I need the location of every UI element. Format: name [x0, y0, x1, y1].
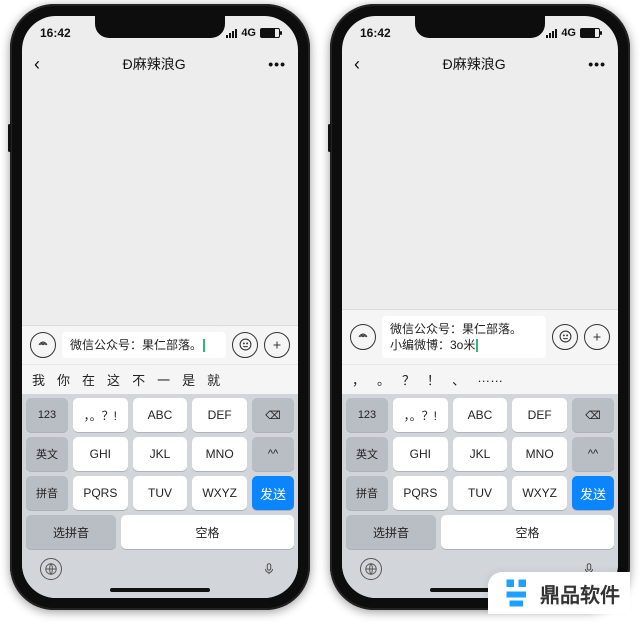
globe-icon[interactable]	[40, 558, 62, 580]
message-input[interactable]: 微信公众号：果仁部落。 小编微博：3o米	[382, 316, 546, 358]
globe-icon[interactable]	[360, 558, 382, 580]
candidate-bar[interactable]: ， 。 ？ ！ 、 ……	[342, 364, 618, 394]
key-123[interactable]: 123	[346, 398, 388, 432]
key-space[interactable]: 空格	[121, 515, 294, 549]
brand-logo-icon	[502, 578, 532, 608]
status-net: 4G	[241, 27, 256, 39]
candidate[interactable]: 一	[157, 370, 170, 389]
key-abc[interactable]: ABC	[133, 398, 188, 432]
input-text-line2: 小编微博：3o米	[390, 338, 475, 352]
backspace-icon[interactable]: ⌫	[252, 398, 294, 432]
voice-icon[interactable]	[350, 324, 376, 350]
compose-bar: 微信公众号：果仁部落。 小编微博：3o米	[342, 309, 618, 364]
status-time: 16:42	[40, 26, 71, 40]
candidate[interactable]: 不	[132, 370, 145, 389]
candidate[interactable]: 你	[57, 370, 70, 389]
chat-title: Ð麻辣浪G	[443, 54, 506, 74]
signal-icon	[226, 29, 237, 38]
battery-icon	[580, 28, 600, 38]
key-mno[interactable]: MNO	[192, 437, 247, 471]
watermark: 鼎品软件	[488, 572, 630, 614]
key-def[interactable]: DEF	[512, 398, 567, 432]
key-jkl[interactable]: JKL	[133, 437, 188, 471]
chat-area[interactable]	[22, 82, 298, 325]
plus-icon[interactable]	[584, 324, 610, 350]
compose-bar: 微信公众号：果仁部落。	[22, 325, 298, 364]
status-time: 16:42	[360, 26, 391, 40]
key-mno[interactable]: MNO	[512, 437, 567, 471]
home-indicator[interactable]	[22, 582, 298, 598]
battery-icon	[260, 28, 280, 38]
candidate[interactable]: ，	[352, 370, 365, 389]
voice-icon[interactable]	[30, 332, 56, 358]
key-tuv[interactable]: TUV	[453, 476, 508, 510]
backspace-icon[interactable]: ⌫	[572, 398, 614, 432]
key-wxyz[interactable]: WXYZ	[192, 476, 247, 510]
candidate[interactable]: 我	[32, 370, 45, 389]
key-pinyin[interactable]: 拼音	[346, 476, 388, 510]
send-button[interactable]: 发送	[572, 476, 614, 510]
send-button[interactable]: 发送	[252, 476, 294, 510]
key-punct[interactable]: ，。？!	[393, 398, 448, 432]
more-button[interactable]: •••	[588, 56, 606, 72]
candidate[interactable]: ……	[477, 370, 503, 389]
emoji-icon[interactable]	[552, 324, 578, 350]
key-face[interactable]: ^^	[572, 437, 614, 471]
key-eng[interactable]: 英文	[346, 437, 388, 471]
status-net: 4G	[561, 27, 576, 39]
input-text: 微信公众号：果仁部落。	[70, 338, 202, 352]
keyboard: 123 ，。？! ABC DEF ⌫ 英文 GHI JKL MNO ^^ 拼音 …	[342, 394, 618, 582]
nav-bar: ‹ Ð麻辣浪G •••	[342, 46, 618, 82]
emoji-icon[interactable]	[232, 332, 258, 358]
candidate[interactable]: ！	[427, 370, 440, 389]
key-jkl[interactable]: JKL	[453, 437, 508, 471]
key-ghi[interactable]: GHI	[393, 437, 448, 471]
key-wxyz[interactable]: WXYZ	[512, 476, 567, 510]
phone-left: 16:42 4G ‹ Ð麻辣浪G •••	[10, 4, 310, 610]
chat-area[interactable]	[342, 82, 618, 309]
candidate[interactable]: 这	[107, 370, 120, 389]
key-pinyin[interactable]: 拼音	[26, 476, 68, 510]
chat-title: Ð麻辣浪G	[123, 54, 186, 74]
candidate[interactable]: 是	[182, 370, 195, 389]
key-123[interactable]: 123	[26, 398, 68, 432]
candidate-bar[interactable]: 我 你 在 这 不 一 是 就	[22, 364, 298, 394]
key-pqrs[interactable]: PQRS	[393, 476, 448, 510]
more-button[interactable]: •••	[268, 56, 286, 72]
plus-icon[interactable]	[264, 332, 290, 358]
key-pqrs[interactable]: PQRS	[73, 476, 128, 510]
brand-text: 鼎品软件	[540, 579, 620, 608]
key-face[interactable]: ^^	[252, 437, 294, 471]
key-punct[interactable]: ，。？!	[73, 398, 128, 432]
candidate[interactable]: 、	[452, 370, 465, 389]
key-eng[interactable]: 英文	[26, 437, 68, 471]
key-abc[interactable]: ABC	[453, 398, 508, 432]
input-text-line1: 微信公众号：果仁部落。	[390, 321, 538, 337]
candidate[interactable]: 。	[377, 370, 390, 389]
back-button[interactable]: ‹	[354, 54, 360, 75]
notch	[95, 16, 225, 38]
candidate[interactable]: ？	[402, 370, 415, 389]
key-ghi[interactable]: GHI	[73, 437, 128, 471]
candidate[interactable]: 就	[207, 370, 220, 389]
signal-icon	[546, 29, 557, 38]
key-select-pinyin[interactable]: 选拼音	[346, 515, 436, 549]
key-def[interactable]: DEF	[192, 398, 247, 432]
key-space[interactable]: 空格	[441, 515, 614, 549]
phone-right: 16:42 4G ‹ Ð麻辣浪G •••	[330, 4, 630, 610]
key-tuv[interactable]: TUV	[133, 476, 188, 510]
back-button[interactable]: ‹	[34, 54, 40, 75]
nav-bar: ‹ Ð麻辣浪G •••	[22, 46, 298, 82]
keyboard: 123 ，。？! ABC DEF ⌫ 英文 GHI JKL MNO ^^ 拼音 …	[22, 394, 298, 582]
message-input[interactable]: 微信公众号：果仁部落。	[62, 332, 226, 358]
candidate[interactable]: 在	[82, 370, 95, 389]
key-select-pinyin[interactable]: 选拼音	[26, 515, 116, 549]
mic-icon[interactable]	[258, 558, 280, 580]
notch	[415, 16, 545, 38]
